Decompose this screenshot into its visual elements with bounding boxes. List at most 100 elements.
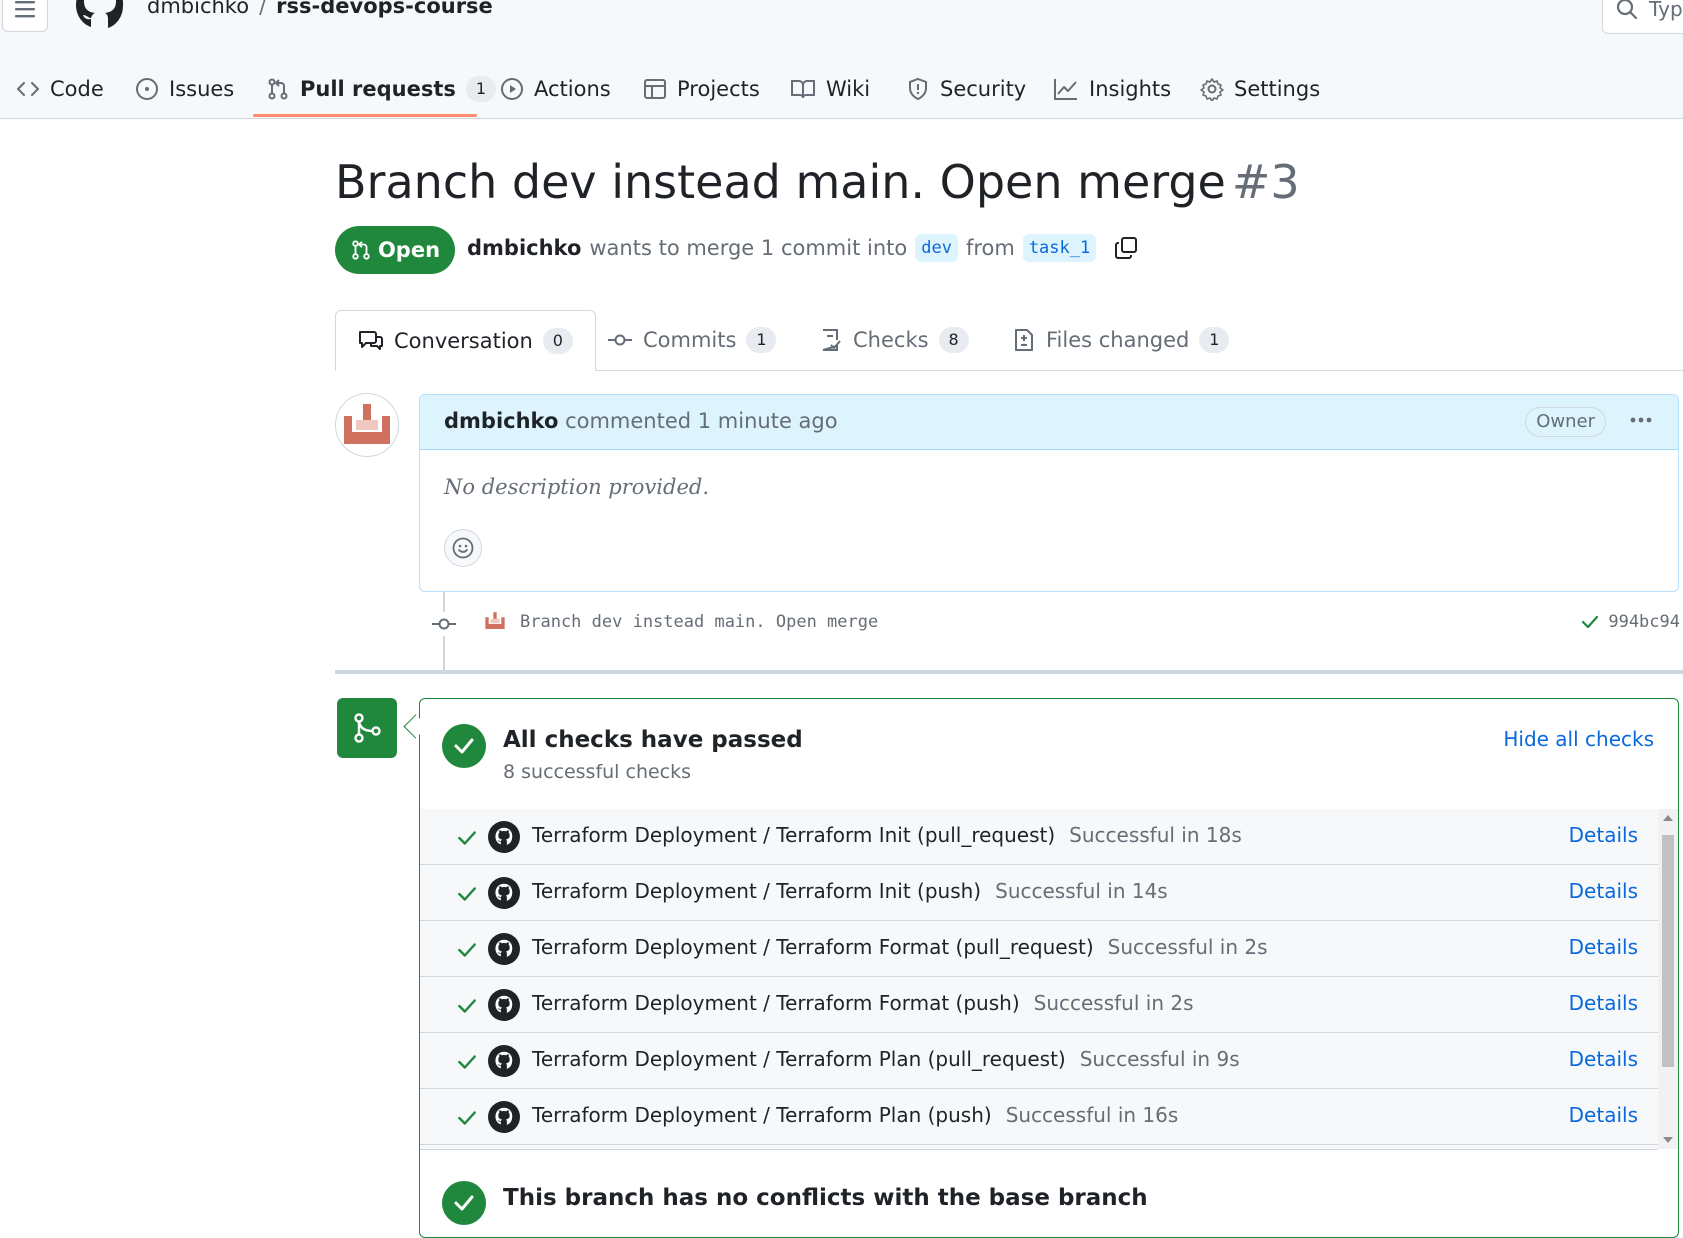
scroll-up-arrow-icon[interactable] — [1663, 815, 1673, 821]
github-actions-icon — [488, 1045, 520, 1077]
scrollbar-thumb[interactable] — [1662, 835, 1674, 1067]
graph-icon — [1053, 77, 1079, 101]
scroll-down-arrow-icon[interactable] — [1663, 1137, 1673, 1143]
tab-label: Wiki — [826, 77, 871, 101]
files-changed-count: 1 — [1199, 327, 1230, 353]
add-reaction-button[interactable] — [444, 529, 482, 567]
tab-code[interactable]: Code — [16, 62, 104, 116]
details-link[interactable]: Details — [1569, 1047, 1638, 1071]
details-link[interactable]: Details — [1569, 879, 1638, 903]
comment-action: commented 1 minute ago — [565, 409, 838, 433]
check-icon — [456, 1051, 478, 1073]
tab-actions[interactable]: Actions — [500, 62, 611, 116]
tab-label: Checks — [853, 328, 929, 352]
check-icon[interactable] — [1580, 612, 1600, 632]
check-row: Terraform Deployment / Terraform Init (p… — [420, 809, 1658, 865]
pr-description-comment: dmbichko commented 1 minute ago Owner No… — [419, 394, 1679, 592]
check-row: Terraform Deployment / Terraform Format … — [420, 921, 1658, 977]
status-label: Open — [377, 238, 441, 262]
head-branch[interactable]: task_1 — [1022, 234, 1097, 262]
details-link[interactable]: Details — [1569, 935, 1638, 959]
check-row: Terraform Deployment / Terraform Format … — [420, 977, 1658, 1033]
repo-link[interactable]: rss-devops-course — [276, 0, 493, 18]
menu-button[interactable] — [2, 0, 48, 32]
check-row: Terraform Deployment / Terraform Plan (p… — [420, 1089, 1658, 1145]
github-actions-icon — [488, 933, 520, 965]
details-link[interactable]: Details — [1569, 991, 1638, 1015]
merge-status-box: All checks have passed 8 successful chec… — [419, 698, 1679, 1238]
tab-label: Code — [50, 77, 104, 101]
copy-icon[interactable] — [1114, 236, 1138, 260]
tab-label: Conversation — [394, 328, 533, 353]
git-merge-icon — [337, 698, 397, 758]
pr-number: #3 — [1231, 155, 1300, 209]
github-actions-icon — [488, 989, 520, 1021]
details-link[interactable]: Details — [1569, 1103, 1638, 1127]
details-link[interactable]: Details — [1569, 823, 1638, 847]
check-title: Terraform Deployment / Terraform Plan (p… — [532, 1103, 992, 1127]
tab-insights[interactable]: Insights — [1053, 62, 1171, 116]
tab-label: Actions — [534, 77, 611, 101]
tab-wiki[interactable]: Wiki — [790, 62, 870, 116]
timeline-divider — [335, 670, 1683, 674]
comment-discussion-icon — [358, 329, 384, 353]
commit-message-link[interactable]: Branch dev instead main. Open merge — [520, 612, 878, 632]
commit-sha-link[interactable]: 994bc94 — [1608, 612, 1680, 632]
owner-badge: Owner — [1525, 407, 1606, 437]
tab-projects[interactable]: Projects — [643, 62, 760, 116]
tab-pull-requests[interactable]: Pull requests 1 — [266, 62, 496, 116]
check-title: Terraform Deployment / Terraform Plan (p… — [532, 1047, 1066, 1071]
pull-requests-count: 1 — [465, 76, 496, 102]
commit-icon — [607, 328, 633, 352]
tab-files-changed[interactable]: Files changed 1 — [1012, 310, 1230, 370]
check-name: Terraform Deployment / Terraform Init (p… — [532, 879, 1168, 903]
checks-summary: All checks have passed 8 successful chec… — [420, 699, 1678, 810]
comment-body: No description provided. — [444, 475, 709, 499]
pr-title: Branch dev instead main. Open merge — [335, 155, 1226, 209]
author-link[interactable]: dmbichko — [467, 236, 581, 260]
checks-count: 8 — [938, 327, 969, 353]
github-logo-icon[interactable] — [74, 0, 126, 34]
check-name: Terraform Deployment / Terraform Init (p… — [532, 823, 1242, 847]
tab-checks[interactable]: Checks 8 — [819, 310, 969, 370]
search-placeholder: Typ — [1649, 0, 1683, 21]
commit-author-avatar[interactable] — [482, 608, 508, 634]
tab-settings[interactable]: Settings — [1200, 62, 1320, 116]
tab-label: Security — [940, 77, 1027, 101]
breadcrumb: dmbichko / rss-devops-course — [147, 0, 493, 18]
checks-title: All checks have passed — [503, 727, 803, 753]
tab-label: Commits — [643, 328, 737, 352]
kebab-horizontal-icon[interactable] — [1628, 407, 1654, 433]
check-duration: Successful in 9s — [1079, 1047, 1240, 1071]
gear-icon — [1200, 77, 1224, 101]
github-actions-icon — [488, 877, 520, 909]
active-tab-underline — [253, 114, 477, 117]
check-name: Terraform Deployment / Terraform Plan (p… — [532, 1047, 1240, 1071]
check-duration: Successful in 18s — [1069, 823, 1242, 847]
identicon-icon — [344, 404, 390, 444]
tab-label: Files changed — [1046, 328, 1190, 352]
check-icon — [456, 1107, 478, 1129]
github-actions-icon — [488, 1101, 520, 1133]
checks-scrollbar[interactable] — [1658, 809, 1678, 1149]
tab-commits[interactable]: Commits 1 — [607, 310, 777, 370]
check-duration: Successful in 16s — [1005, 1103, 1179, 1127]
hide-all-checks-link[interactable]: Hide all checks — [1503, 727, 1654, 751]
avatar[interactable] — [335, 393, 399, 457]
base-branch[interactable]: dev — [915, 234, 958, 262]
table-icon — [643, 77, 667, 101]
check-duration: Successful in 2s — [1107, 935, 1268, 959]
check-icon — [456, 827, 478, 849]
repo-header: dmbichko / rss-devops-course Typ Code Issu… — [0, 0, 1683, 119]
comment-author[interactable]: dmbichko — [444, 409, 558, 433]
tab-security[interactable]: Security — [906, 62, 1026, 116]
owner-link[interactable]: dmbichko — [147, 0, 249, 18]
tab-issues[interactable]: Issues — [135, 62, 234, 116]
search-input[interactable]: Typ — [1602, 0, 1683, 34]
timeline-commit: Branch dev instead main. Open merge 994b… — [430, 606, 1680, 642]
check-name: Terraform Deployment / Terraform Plan (p… — [532, 1103, 1178, 1127]
tab-conversation[interactable]: Conversation 0 — [335, 310, 596, 371]
page-title: Branch dev instead main. Open merge #3 — [335, 155, 1300, 209]
check-icon — [456, 939, 478, 961]
github-actions-icon — [488, 821, 520, 853]
